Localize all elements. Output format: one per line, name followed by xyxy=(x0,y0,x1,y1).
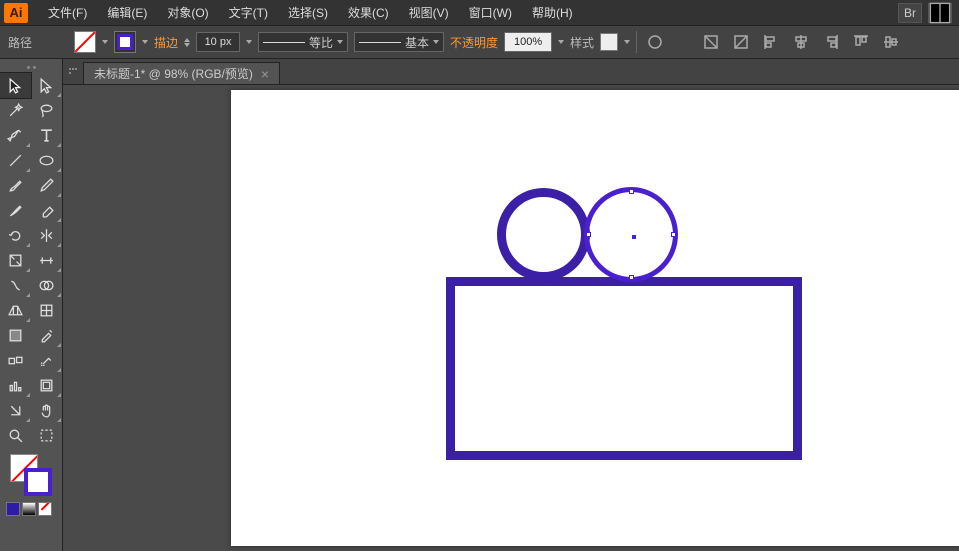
align-top-icon[interactable] xyxy=(849,31,873,53)
blob-brush-tool[interactable] xyxy=(0,198,31,223)
align-right-icon[interactable] xyxy=(819,31,843,53)
main-area: 未标题-1* @ 98% (RGB/预览) × xyxy=(0,59,959,551)
rotate-tool[interactable] xyxy=(0,223,31,248)
artboard-tool[interactable] xyxy=(31,373,62,398)
fill-dropdown-icon[interactable] xyxy=(102,40,108,44)
color-mode-gradient[interactable] xyxy=(22,502,36,516)
stroke-weight-input[interactable] xyxy=(196,32,240,52)
ellipse-tool[interactable] xyxy=(31,148,62,173)
menu-bar: Ai 文件(F) 编辑(E) 对象(O) 文字(T) 选择(S) 效果(C) 视… xyxy=(0,0,959,26)
tab-close-icon[interactable]: × xyxy=(261,66,269,82)
circle-path-left[interactable] xyxy=(497,188,590,281)
opacity-label[interactable]: 不透明度 xyxy=(450,34,498,51)
direct-selection-tool[interactable] xyxy=(31,73,62,98)
width-tool[interactable] xyxy=(31,248,62,273)
eraser-tool[interactable] xyxy=(31,198,62,223)
align-hcenter-icon[interactable] xyxy=(789,31,813,53)
selection-handle[interactable] xyxy=(629,275,634,280)
reflect-tool[interactable] xyxy=(31,223,62,248)
menu-effect[interactable]: 效果(C) xyxy=(338,4,399,21)
stroke-weight-stepper[interactable] xyxy=(184,38,190,47)
panel-grip-icon[interactable] xyxy=(0,63,62,71)
recolor-icon[interactable] xyxy=(643,31,667,53)
shape-builder-tool[interactable] xyxy=(31,273,62,298)
selection-tool[interactable] xyxy=(0,73,31,98)
gradient-tool[interactable] xyxy=(0,323,31,348)
document-area: 未标题-1* @ 98% (RGB/预览) × xyxy=(63,59,959,551)
hand-tool[interactable] xyxy=(31,398,62,423)
stroke-weight-dropdown-icon[interactable] xyxy=(246,40,252,44)
zoom-tool[interactable] xyxy=(0,423,31,448)
align-vcenter-icon[interactable] xyxy=(879,31,903,53)
opacity-dropdown-icon[interactable] xyxy=(558,40,564,44)
control-bar: 路径 描边 等比 基本 不透明度 样式 xyxy=(0,26,959,59)
stroke-dropdown-icon[interactable] xyxy=(142,40,148,44)
arrange-icon[interactable] xyxy=(928,3,952,23)
style-label: 样式 xyxy=(570,34,594,51)
symbol-sprayer-tool[interactable] xyxy=(31,348,62,373)
canvas[interactable] xyxy=(63,85,959,551)
selection-handle[interactable] xyxy=(671,232,676,237)
menu-select[interactable]: 选择(S) xyxy=(278,4,338,21)
menu-object[interactable]: 对象(O) xyxy=(157,4,218,21)
pencil-tool[interactable] xyxy=(31,173,62,198)
tab-grip-icon[interactable] xyxy=(69,68,77,76)
scale-tool[interactable] xyxy=(0,248,31,273)
selection-handle[interactable] xyxy=(586,232,591,237)
slice-tool[interactable] xyxy=(0,398,31,423)
opacity-input[interactable] xyxy=(504,32,552,52)
align-left-icon[interactable] xyxy=(759,31,783,53)
print-tiling-tool[interactable] xyxy=(31,423,62,448)
pen-tool[interactable] xyxy=(0,123,31,148)
line-tool[interactable] xyxy=(0,148,31,173)
tab-title: 未标题-1* @ 98% (RGB/预览) xyxy=(94,65,253,82)
document-tab[interactable]: 未标题-1* @ 98% (RGB/预览) × xyxy=(83,62,280,84)
circle-path-right-selected[interactable] xyxy=(584,187,678,282)
workspace-icon[interactable]: Br xyxy=(898,3,922,23)
mode-label: 路径 xyxy=(8,34,32,51)
lasso-tool[interactable] xyxy=(31,98,62,123)
tab-bar: 未标题-1* @ 98% (RGB/预览) × xyxy=(63,59,959,85)
color-mode-row xyxy=(6,502,62,516)
stroke-label[interactable]: 描边 xyxy=(154,34,178,51)
stroke-swatch[interactable] xyxy=(114,31,136,53)
profile-select[interactable]: 等比 xyxy=(258,32,348,52)
menu-view[interactable]: 视图(V) xyxy=(399,4,459,21)
style-swatch[interactable] xyxy=(600,33,618,51)
app-logo: Ai xyxy=(4,3,28,23)
style-dropdown-icon[interactable] xyxy=(624,40,630,44)
magic-wand-tool[interactable] xyxy=(0,98,31,123)
column-graph-tool[interactable] xyxy=(0,373,31,398)
type-tool[interactable] xyxy=(31,123,62,148)
menu-edit[interactable]: 编辑(E) xyxy=(97,4,157,21)
artboard xyxy=(231,90,959,546)
rectangle-path[interactable] xyxy=(446,277,802,460)
paintbrush-tool[interactable] xyxy=(0,173,31,198)
menu-text[interactable]: 文字(T) xyxy=(219,4,278,21)
fill-stroke-indicator[interactable] xyxy=(10,454,52,496)
eyedropper-tool[interactable] xyxy=(31,323,62,348)
color-mode-none[interactable] xyxy=(38,502,52,516)
tool-panel xyxy=(0,59,63,551)
selection-handle[interactable] xyxy=(629,189,634,194)
blend-tool[interactable] xyxy=(0,348,31,373)
menu-window[interactable]: 窗口(W) xyxy=(459,4,522,21)
align-icon-2[interactable] xyxy=(729,31,753,53)
fill-swatch[interactable] xyxy=(74,31,96,53)
color-mode-solid[interactable] xyxy=(6,502,20,516)
brush-select[interactable]: 基本 xyxy=(354,32,444,52)
align-icon-1[interactable] xyxy=(699,31,723,53)
free-transform-tool[interactable] xyxy=(0,273,31,298)
mesh-tool[interactable] xyxy=(31,298,62,323)
selection-center-icon xyxy=(632,235,636,239)
stroke-indicator[interactable] xyxy=(24,468,52,496)
menu-file[interactable]: 文件(F) xyxy=(38,4,97,21)
menu-help[interactable]: 帮助(H) xyxy=(522,4,583,21)
perspective-grid-tool[interactable] xyxy=(0,298,31,323)
